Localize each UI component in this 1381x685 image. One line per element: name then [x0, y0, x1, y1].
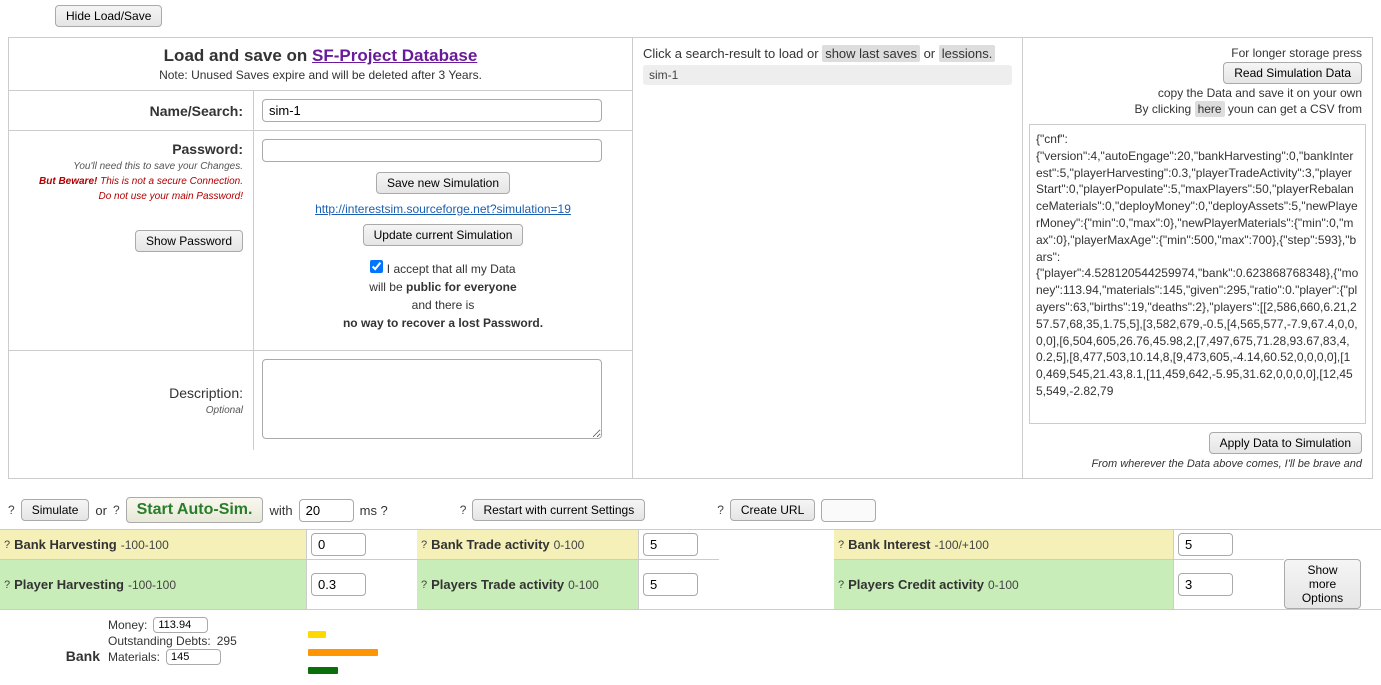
autosim-help[interactable]: ?	[113, 503, 120, 517]
password-input[interactable]	[262, 139, 602, 162]
sf-project-link[interactable]: SF-Project Database	[312, 46, 477, 65]
expire-note: Note: Unused Saves expire and will be de…	[19, 68, 622, 82]
create-url-button[interactable]: Create URL	[730, 499, 815, 521]
description-label: Description:	[169, 385, 243, 401]
players-trade-help[interactable]: ?	[421, 579, 427, 591]
hide-load-save-button[interactable]: Hide Load/Save	[55, 5, 162, 27]
simulation-data-panel: For longer storage press Read Simulation…	[1023, 37, 1373, 479]
restart-button[interactable]: Restart with current Settings	[472, 499, 645, 521]
player-harvest-range: -100-100	[128, 578, 176, 592]
money-input[interactable]	[153, 617, 208, 633]
read-simulation-data-button[interactable]: Read Simulation Data	[1223, 62, 1362, 84]
password-sub1: You'll need this to save your Changes.	[73, 161, 243, 172]
url-input[interactable]	[821, 499, 876, 522]
bank-interest-input[interactable]	[1178, 533, 1233, 556]
players-trade-input[interactable]	[643, 573, 698, 596]
bank-interest-label: Bank Interest	[848, 537, 930, 552]
bank-trade-range: 0-100	[554, 538, 585, 552]
createurl-help[interactable]: ?	[717, 503, 724, 517]
lessions-chip[interactable]: lessions.	[939, 45, 996, 62]
ms-text: ms ?	[360, 503, 388, 518]
search-instruction: Click a search-result to load or	[643, 46, 822, 61]
bank-interest-help[interactable]: ?	[838, 539, 844, 551]
players-credit-range: 0-100	[988, 578, 1019, 592]
bank-harvest-range: -100-100	[121, 538, 169, 552]
start-auto-sim-button[interactable]: Start Auto-Sim.	[126, 497, 264, 523]
simulation-data-text[interactable]: {"cnf": {"version":4,"autoEngage":20,"ba…	[1029, 124, 1366, 424]
name-search-input[interactable]	[262, 99, 602, 122]
show-password-button[interactable]: Show Password	[135, 230, 243, 252]
with-text: with	[269, 503, 292, 518]
accept-disclaimer: I accept that all my Data will be public…	[272, 260, 614, 332]
bank-harvest-help[interactable]: ?	[4, 539, 10, 551]
description-sub: Optional	[206, 405, 243, 416]
bank-title: Bank	[8, 616, 108, 685]
simulation-controls: ? Simulate or ? Start Auto-Sim. with ms …	[8, 497, 1373, 523]
players-credit-label: Players Credit activity	[848, 577, 984, 592]
debts-value: 295	[217, 634, 237, 648]
money-label: Money:	[108, 618, 147, 632]
accept-checkbox[interactable]	[370, 260, 383, 273]
players-credit-input[interactable]	[1178, 573, 1233, 596]
copy-note: copy the Data and save it on your own	[1033, 86, 1362, 100]
simulate-button[interactable]: Simulate	[21, 499, 90, 521]
show-last-saves-chip[interactable]: show last saves	[822, 45, 920, 62]
bank-interest-range: -100/+100	[935, 538, 989, 552]
heading-text: Load and save on	[164, 46, 312, 65]
player-harvest-label: Player Harvesting	[14, 577, 124, 592]
materials-input[interactable]	[166, 649, 221, 665]
password-label: Password:	[172, 141, 243, 157]
search-term-display: sim-1	[643, 65, 1012, 85]
bank-bars	[308, 616, 428, 685]
load-save-panel: Load and save on SF-Project Database Not…	[8, 37, 633, 479]
brave-note: From wherever the Data above comes, I'll…	[1033, 458, 1362, 470]
description-input[interactable]	[262, 359, 602, 439]
update-simulation-button[interactable]: Update current Simulation	[363, 224, 524, 246]
load-save-header: Load and save on SF-Project Database Not…	[9, 38, 632, 91]
materials-bar	[308, 667, 338, 674]
bank-trade-help[interactable]: ?	[421, 539, 427, 551]
money-bar	[308, 631, 326, 638]
bank-section: Bank Money: Outstanding Debts: 295 Mater…	[8, 616, 1373, 685]
player-harvest-help[interactable]: ?	[4, 579, 10, 591]
bank-harvest-label: Bank Harvesting	[14, 537, 117, 552]
ms-input[interactable]	[299, 499, 354, 522]
bank-harvest-input[interactable]	[311, 533, 366, 556]
materials-label: Materials:	[108, 650, 160, 664]
apply-data-button[interactable]: Apply Data to Simulation	[1209, 432, 1362, 454]
or-text: or	[95, 503, 107, 518]
save-new-simulation-button[interactable]: Save new Simulation	[376, 172, 510, 194]
players-trade-range: 0-100	[568, 578, 599, 592]
password-sub3: Do not use your main Password!	[98, 191, 243, 202]
player-harvest-input[interactable]	[311, 573, 366, 596]
simulation-link[interactable]: http://interestsim.sourceforge.net?simul…	[315, 202, 571, 216]
restart-help[interactable]: ?	[460, 503, 467, 517]
debts-bar	[308, 649, 378, 656]
here-chip[interactable]: here	[1195, 101, 1225, 117]
show-more-options-button[interactable]: Show more Options	[1284, 559, 1361, 609]
players-trade-label: Players Trade activity	[431, 577, 564, 592]
bank-trade-label: Bank Trade activity	[431, 537, 550, 552]
bank-trade-input[interactable]	[643, 533, 698, 556]
players-credit-help[interactable]: ?	[838, 579, 844, 591]
storage-note: For longer storage press	[1033, 46, 1362, 60]
parameter-sliders: ? Bank Harvesting -100-100 ? Bank Trade …	[0, 529, 1381, 610]
name-search-label: Name/Search:	[150, 103, 243, 119]
csv-note: By clicking here youn can get a CSV from	[1033, 102, 1362, 116]
debts-label: Outstanding Debts:	[108, 634, 211, 648]
simulate-help[interactable]: ?	[8, 503, 15, 517]
password-sub2: But Beware! This is not a secure Connect…	[39, 176, 243, 187]
search-results-panel: Click a search-result to load or show la…	[633, 37, 1023, 479]
